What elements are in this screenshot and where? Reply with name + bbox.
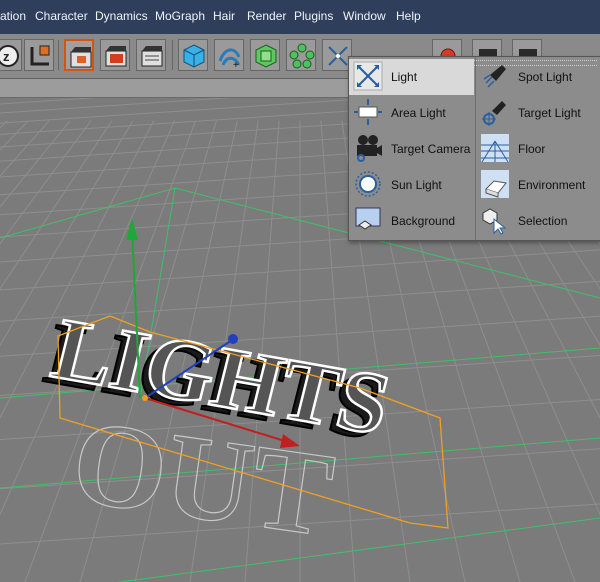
menu-item-label: Sun Light (391, 178, 442, 192)
menu-mograph[interactable]: MoGraph (155, 9, 205, 23)
menu-item-area-light[interactable]: Area Light (349, 95, 474, 131)
mograph-cloner-icon (289, 43, 315, 69)
menu-item-target-light[interactable]: Target Light (476, 95, 600, 131)
menu-item-floor[interactable]: Floor (476, 131, 600, 167)
spline-pen-button[interactable]: + (214, 39, 244, 71)
subdivision-icon (255, 44, 277, 68)
menu-item-target-camera[interactable]: Target Camera (349, 131, 474, 167)
menu-plugins[interactable]: Plugins (294, 9, 333, 23)
menu-bar: ation Character Dynamics MoGraph Hair Re… (0, 0, 600, 35)
svg-text:+: + (233, 60, 239, 69)
menu-item-label: Light (391, 70, 418, 84)
menu-item-label: Environment (518, 178, 586, 192)
render-picture-viewer-icon (105, 46, 127, 67)
menu-item-label: Area Light (391, 106, 446, 120)
cube-icon (183, 44, 205, 68)
area-light-icon (354, 99, 382, 125)
menu-item-label: Background (391, 214, 456, 228)
menu-item-label: Floor (518, 142, 546, 156)
world-axis-icon (30, 45, 50, 66)
menu-item-label: Target Light (518, 106, 581, 120)
menu-item-label: Target Camera (391, 142, 471, 156)
object-origin (142, 395, 148, 401)
snap-button[interactable]: z (0, 39, 22, 71)
menu-item-light[interactable]: Light (349, 59, 474, 95)
svg-text:z: z (3, 49, 10, 64)
world-axis-button[interactable] (24, 39, 54, 71)
menu-help[interactable]: Help (396, 9, 421, 23)
mograph-cloner-button[interactable] (286, 39, 316, 71)
menu-window[interactable]: Window (343, 9, 386, 23)
light-icon (353, 61, 383, 91)
spline-pen-icon: + (218, 48, 241, 69)
grid-line (0, 120, 50, 177)
background-icon (355, 207, 381, 230)
menu-item-selection[interactable]: Selection (476, 203, 600, 239)
environment-icon (481, 170, 509, 198)
menu-dynamics[interactable]: Dynamics (95, 9, 148, 23)
menu-character[interactable]: Character (35, 9, 88, 23)
spot-light-icon (483, 65, 506, 88)
menu-item-background[interactable]: Background (349, 203, 474, 239)
target-camera-icon (357, 135, 382, 162)
menu-item-sun-light[interactable]: Sun Light (349, 167, 474, 203)
sun-light-icon (355, 171, 381, 197)
menu-item-spot-light[interactable]: Spot Light (476, 59, 600, 95)
render-settings-icon (141, 46, 163, 67)
menu-animation[interactable]: ation (0, 9, 26, 23)
render-settings-button[interactable] (136, 39, 166, 71)
cube-button[interactable] (178, 39, 208, 71)
subdivision-button[interactable] (250, 39, 280, 71)
target-light-icon (482, 101, 506, 126)
menu-item-label: Spot Light (518, 70, 573, 84)
menu-render[interactable]: Render (247, 9, 286, 23)
render-view-icon (70, 47, 92, 68)
selection-icon (482, 208, 507, 235)
light-objects-menu: Light Area Light Target Camera Sun Light… (348, 56, 600, 241)
y-axis-arrow-icon[interactable] (126, 218, 138, 240)
snap-icon: z (0, 45, 19, 67)
menu-item-environment[interactable]: Environment (476, 167, 600, 203)
menu-item-label: Selection (518, 214, 568, 228)
floor-icon (481, 134, 509, 163)
z-axis-arrow-icon[interactable] (228, 334, 238, 344)
render-picture-viewer-button[interactable] (100, 39, 130, 71)
menu-hair[interactable]: Hair (213, 9, 235, 23)
render-view-button[interactable] (64, 39, 94, 71)
